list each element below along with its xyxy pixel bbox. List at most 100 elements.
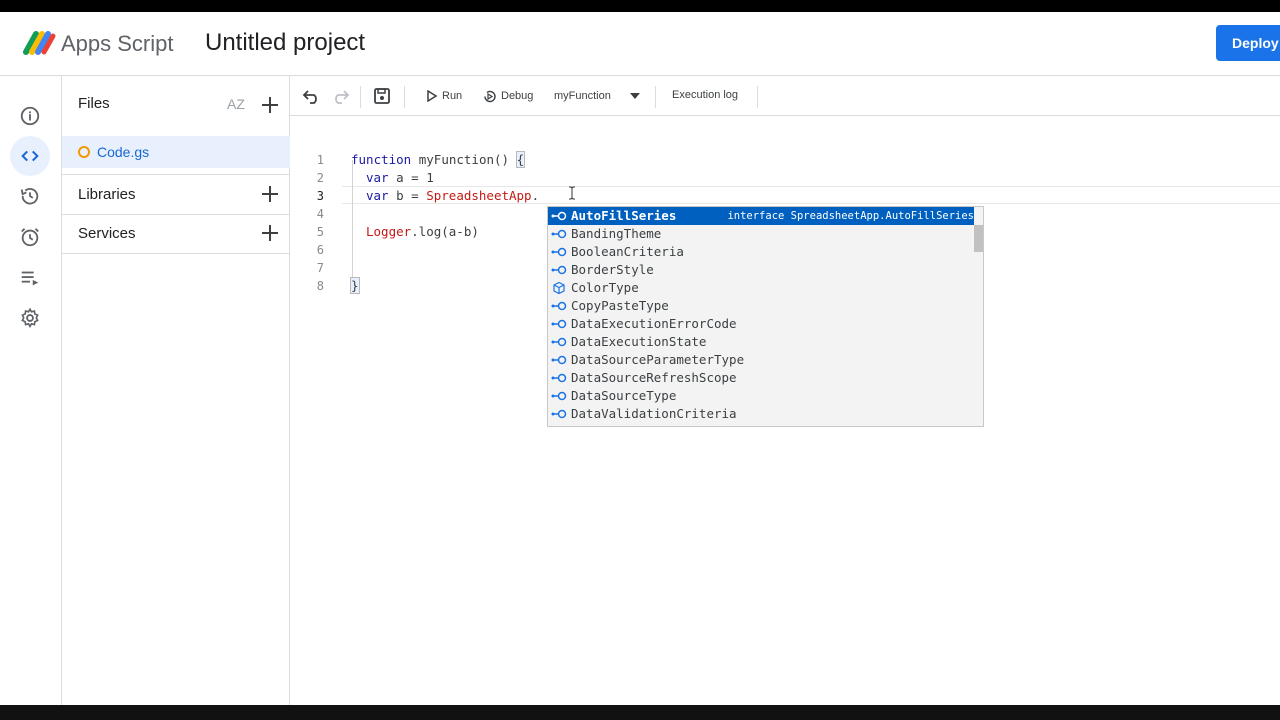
debug-icon: [484, 90, 496, 102]
toolbar-divider: [360, 86, 361, 108]
enum-icon: [551, 373, 567, 383]
matching-brace: {: [515, 151, 526, 168]
run-label: Run: [442, 90, 463, 102]
deploy-button[interactable]: Deploy: [1216, 25, 1280, 61]
add-file-icon[interactable]: [260, 95, 280, 115]
files-panel: Files AZ Code.gs Libraries Services: [62, 76, 290, 705]
suggestion-item[interactable]: DataSourceType: [548, 387, 974, 405]
history-icon: [20, 187, 39, 205]
suggestion-item[interactable]: ColorType: [548, 279, 974, 297]
line-number: 1: [316, 153, 324, 167]
executions-icon: [21, 271, 39, 286]
enum-icon: [551, 337, 567, 347]
code-text: b =: [388, 188, 427, 203]
enum-icon: [551, 409, 567, 419]
left-nav-rail: [0, 76, 62, 705]
enum-icon: [551, 211, 567, 221]
overview-button[interactable]: [10, 96, 50, 136]
suggestion-item[interactable]: DataValidationCriteria: [548, 405, 974, 423]
matching-brace: }: [350, 277, 360, 294]
apps-script-logo: [23, 31, 56, 55]
code-text: .: [531, 188, 540, 203]
enum-icon: [551, 355, 567, 365]
apps-script-window: Apps Script Untitled project Deploy File…: [0, 12, 1280, 705]
libraries-row: Libraries: [62, 175, 290, 214]
executions-button[interactable]: [10, 258, 50, 298]
suggestion-item[interactable]: DataSourceRefreshScope: [548, 369, 974, 387]
suggestion-label: DataSourceRefreshScope: [571, 370, 737, 385]
code-line-2: var a = 1: [366, 170, 434, 185]
function-select-value: myFunction: [554, 90, 611, 102]
toolbar-divider: [404, 86, 405, 108]
alarm-icon: [21, 228, 39, 247]
add-service-icon[interactable]: [260, 223, 280, 243]
suggestion-item[interactable]: DataExecutionErrorCode: [548, 315, 974, 333]
keyword: function: [351, 152, 412, 167]
code-line-1: function myFunction() {: [351, 151, 526, 168]
debug-label: Debug: [501, 90, 534, 102]
suggestion-label: DataValidationCriteria: [571, 406, 737, 421]
top-header: Apps Script Untitled project Deploy: [0, 12, 1280, 76]
suggestion-label: BandingTheme: [571, 226, 662, 241]
bottom-bar: [0, 705, 1280, 720]
function-select[interactable]: myFunction: [554, 84, 641, 108]
code-icon: [21, 150, 39, 162]
info-icon: [20, 106, 40, 126]
services-row: Services: [62, 214, 290, 253]
file-name: Code.gs: [97, 144, 150, 160]
line-number: 7: [316, 261, 324, 275]
file-status-icon: [78, 146, 90, 158]
class-name: SpreadsheetApp: [426, 188, 532, 203]
file-item-code-gs[interactable]: Code.gs: [62, 136, 290, 168]
enum-icon: [551, 247, 567, 257]
triggers-button[interactable]: [10, 217, 50, 257]
play-icon: [427, 90, 438, 102]
suggestion-item[interactable]: DataExecutionState: [548, 333, 974, 351]
line-number: 8: [316, 279, 324, 293]
run-button[interactable]: Run: [426, 84, 462, 108]
text-cursor-icon: [569, 186, 575, 200]
line-number: 3: [316, 189, 324, 203]
save-icon[interactable]: [372, 86, 392, 106]
sort-az-icon[interactable]: AZ: [227, 96, 249, 116]
module-icon: [553, 282, 565, 294]
keyword: var: [366, 188, 389, 203]
suggestion-item[interactable]: AutoFillSeries interface SpreadsheetApp.…: [548, 207, 974, 225]
redo-icon[interactable]: [330, 86, 350, 106]
enum-icon: [551, 229, 567, 239]
indent-guide: [352, 160, 353, 290]
suggestion-item[interactable]: DataSourceParameterType: [548, 351, 974, 369]
function-name: myFunction(): [411, 152, 517, 167]
enum-icon: [551, 319, 567, 329]
line-number: 2: [316, 171, 324, 185]
project-title[interactable]: Untitled project: [205, 29, 365, 57]
project-settings-button[interactable]: [10, 298, 50, 338]
gear-icon: [21, 307, 39, 328]
code-line-3: var b = SpreadsheetApp.: [366, 188, 539, 203]
suggestion-label: DataExecutionErrorCode: [571, 316, 737, 331]
suggestion-item[interactable]: BooleanCriteria: [548, 243, 974, 261]
debug-button[interactable]: Debug: [482, 84, 533, 108]
project-history-button[interactable]: [10, 176, 50, 216]
line-number: 4: [316, 207, 324, 221]
editor-button[interactable]: [10, 136, 50, 176]
services-label: Services: [78, 225, 136, 242]
enum-icon: [551, 391, 567, 401]
libraries-label: Libraries: [78, 186, 136, 203]
add-library-icon[interactable]: [260, 184, 280, 204]
undo-icon[interactable]: [302, 86, 322, 106]
code-text: .log(a-b): [411, 224, 479, 239]
enum-icon: [551, 301, 567, 311]
suggestion-scrollbar[interactable]: [974, 225, 983, 252]
line-number: 6: [316, 243, 324, 257]
divider: [62, 253, 290, 254]
suggestion-item[interactable]: BandingTheme: [548, 225, 974, 243]
toolbar-divider: [655, 86, 656, 108]
suggestion-detail: interface SpreadsheetApp.AutoFillSeries: [727, 210, 974, 222]
suggestion-item[interactable]: CopyPasteType: [548, 297, 974, 315]
suggestion-item[interactable]: BorderStyle: [548, 261, 974, 279]
suggestion-label: ColorType: [571, 280, 639, 295]
class-name: Logger: [366, 224, 412, 239]
code-line-8: }: [350, 277, 360, 294]
execution-log-button[interactable]: Execution log: [672, 89, 738, 101]
